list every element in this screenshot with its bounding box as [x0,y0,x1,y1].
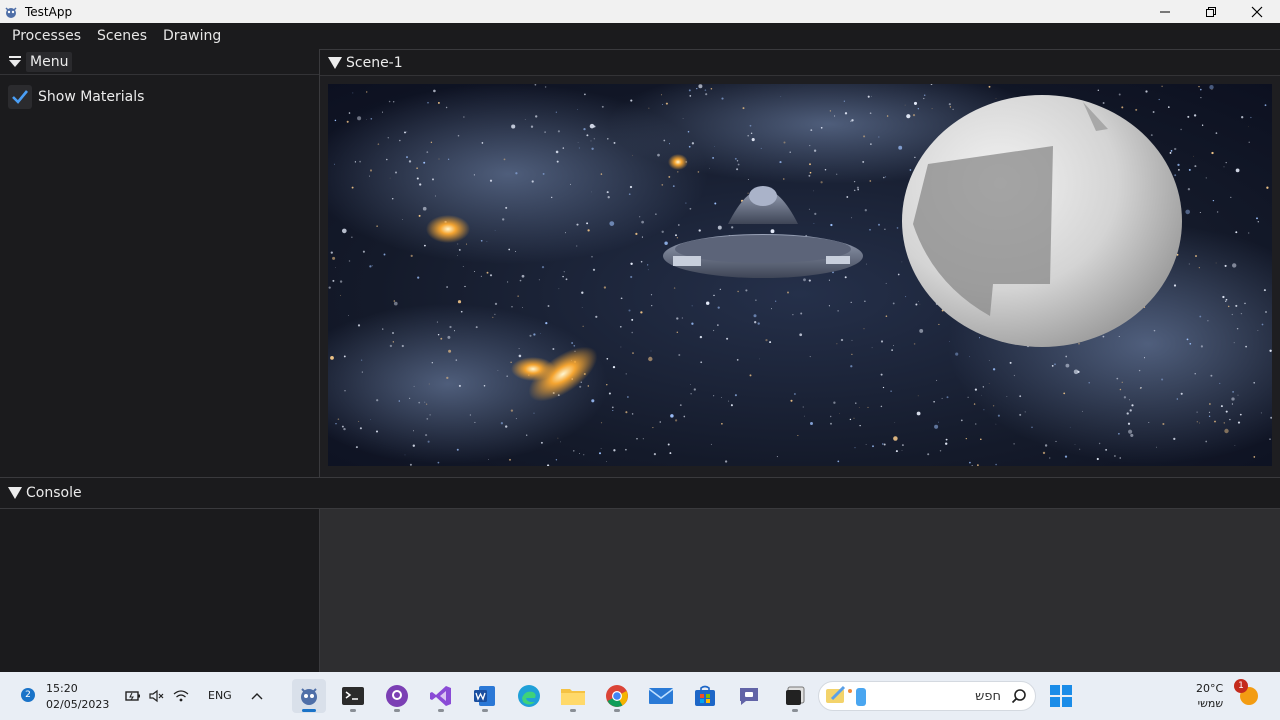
taskbar-clock[interactable]: 15:20 02/05/2023 [46,681,109,713]
taskbar-edge[interactable] [512,679,546,713]
taskbar-github[interactable] [380,679,414,713]
testapp-icon [301,688,317,705]
maximize-button[interactable] [1188,0,1234,23]
checkmark-icon [12,90,29,104]
menu-processes[interactable]: Processes [4,23,89,49]
tablet-icon [786,686,805,705]
notification-badge[interactable]: 2 [21,688,35,702]
volume-muted-icon[interactable] [148,687,166,705]
running-indicator [614,709,620,712]
app-icon [5,6,17,18]
windows-icon [1050,685,1072,707]
github-icon [386,685,408,707]
show-materials-row[interactable]: Show Materials [8,85,144,109]
chat-icon [740,688,758,705]
title-bar: TestApp [0,0,1280,23]
taskbar-word[interactable] [468,679,502,713]
chrome-icon [606,685,628,707]
start-button[interactable] [1044,679,1078,713]
show-materials-checkbox[interactable] [8,85,32,109]
battery-icon[interactable] [124,687,142,705]
console-panel-title: Console [26,485,82,501]
close-icon [1251,6,1263,17]
taskbar-teams-chat[interactable] [732,679,766,713]
edge-icon [518,685,540,707]
visual-studio-icon [430,686,451,706]
running-indicator [792,709,798,712]
scene-panel-title: Scene-1 [346,54,403,71]
restore-icon [1206,6,1216,17]
taskbar [0,672,1280,720]
weather-notification-badge: 1 [1234,679,1248,693]
taskbar-mail[interactable] [644,679,678,713]
mail-icon [648,688,674,704]
wifi-icon[interactable] [172,687,190,705]
menu-panel-header[interactable]: Menu [0,49,319,75]
word-icon [474,686,495,706]
clock-date: 02/05/2023 [46,698,110,711]
menu-scenes[interactable]: Scenes [89,23,155,49]
terminal-icon [342,687,364,705]
minimize-button[interactable] [1142,0,1188,23]
running-indicator [302,709,316,712]
menu-panel-title[interactable]: Menu [26,51,73,72]
menu-bar: Processes Scenes Drawing [0,23,1280,49]
scene-viewport[interactable] [328,84,1272,466]
hamburger-collapse-icon[interactable] [4,55,26,69]
scene-panel: Scene-1 [320,49,1280,477]
clock-time: 15:20 [46,682,78,695]
taskbar-chrome[interactable] [600,679,634,713]
taskbar-testapp[interactable] [292,679,326,713]
close-button[interactable] [1234,0,1280,23]
search-icon [1011,689,1026,704]
console-left-pane [0,509,320,672]
taskbar-store[interactable] [688,679,722,713]
console-panel-header[interactable]: Console [0,477,1280,509]
search-placeholder: חפש [975,688,1001,704]
show-materials-label: Show Materials [38,89,145,105]
menu-drawing[interactable]: Drawing [155,23,229,49]
collapse-triangle-icon[interactable] [4,487,26,499]
running-indicator [482,709,488,712]
taskbar-visual-studio[interactable] [424,679,458,713]
language-indicator[interactable]: ENG [208,689,232,702]
console-output[interactable] [320,509,1280,672]
running-indicator [570,709,576,712]
search-highlight-illustration-icon [826,685,866,706]
taskbar-tablet-app[interactable] [778,679,812,713]
weather-condition: שמשי [1197,697,1224,710]
taskbar-file-explorer[interactable] [556,679,590,713]
window-title: TestApp [25,4,73,19]
folder-icon [561,689,585,705]
minimize-icon [1160,11,1170,12]
running-indicator [438,709,444,712]
running-indicator [350,709,356,712]
taskbar-terminal[interactable] [336,679,370,713]
scene-panel-header[interactable]: Scene-1 [320,50,1280,76]
chevron-up-icon[interactable] [248,687,266,705]
collapse-triangle-icon[interactable] [324,56,346,69]
sphere-model [902,95,1182,347]
weather-temperature: 20°C [1196,682,1224,695]
running-indicator [394,709,400,712]
scene-render [328,84,1272,466]
weather-widget[interactable]: 20°C שמשי [1196,681,1223,711]
menu-panel: Menu Show Materials [0,49,320,477]
store-icon [695,685,715,706]
